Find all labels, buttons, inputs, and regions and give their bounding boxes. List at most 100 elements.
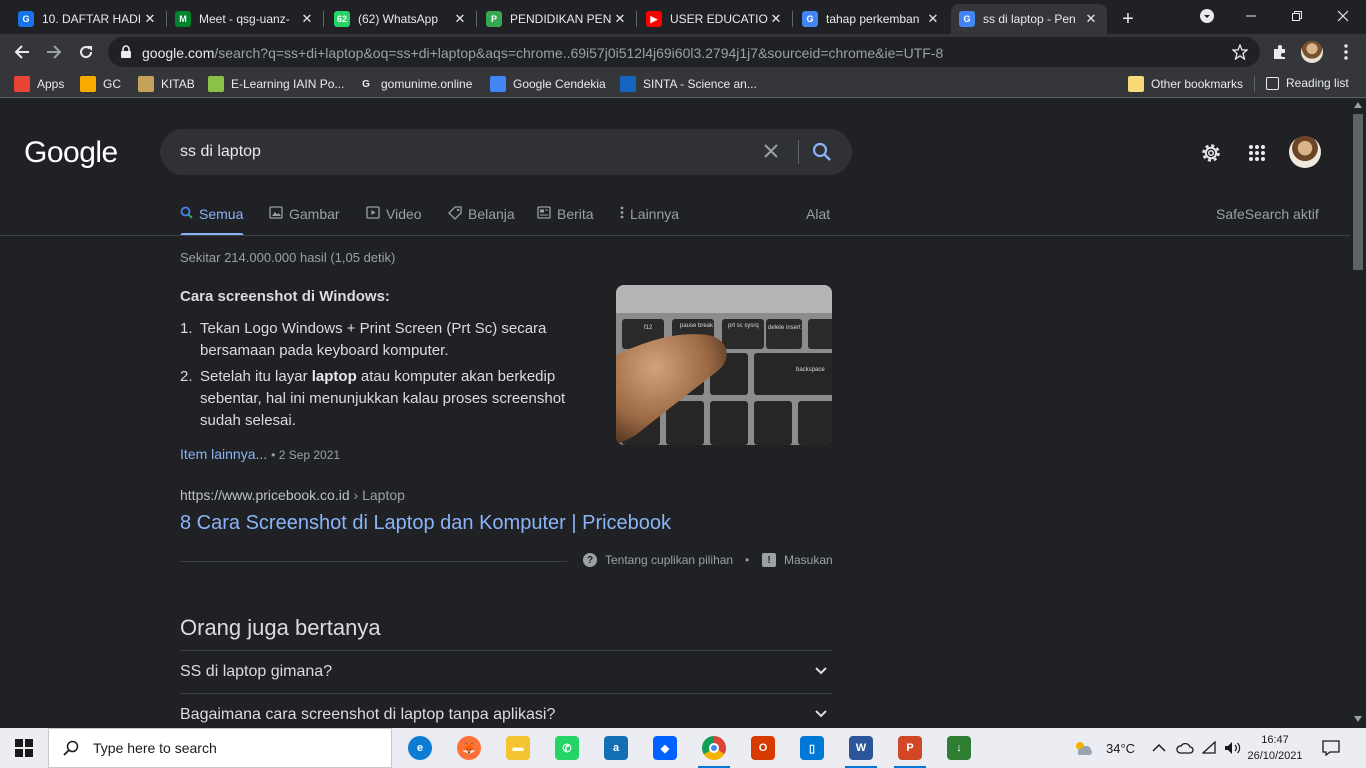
safesearch-status[interactable]: SafeSearch aktif <box>1216 204 1319 224</box>
search-icon[interactable] <box>810 140 834 164</box>
taskbar-app-powerpoint[interactable]: P <box>886 728 934 768</box>
tab-title: USER EDUCATION <box>670 12 768 26</box>
close-tab-icon[interactable]: ✕ <box>1083 11 1099 27</box>
bookmark-item[interactable]: GC <box>80 76 121 92</box>
feedback-link[interactable]: ! Masukan <box>762 553 833 567</box>
page-scrollbar[interactable] <box>1350 98 1366 728</box>
close-tab-icon[interactable]: ✕ <box>142 11 158 27</box>
taskbar-app-dropbox[interactable]: ◆ <box>641 728 689 768</box>
forward-button[interactable] <box>40 38 68 66</box>
tab-2[interactable]: M Meet - qsg-uanz- ✕ <box>167 4 323 34</box>
close-tab-icon[interactable]: ✕ <box>299 11 315 27</box>
taskbar-app-office[interactable]: O <box>739 728 787 768</box>
taskbar-app-whatsapp[interactable]: ✆ <box>543 728 591 768</box>
tab-6[interactable]: Gtahap perkemban ✕ <box>794 4 949 34</box>
star-icon[interactable] <box>1232 44 1248 60</box>
tab-title: ss di laptop - Pen <box>983 12 1076 26</box>
scrollbar-thumb[interactable] <box>1353 114 1363 270</box>
reload-icon <box>80 46 93 59</box>
back-button[interactable] <box>8 38 36 66</box>
result-title-link[interactable]: 8 Cara Screenshot di Laptop dan Komputer… <box>180 512 671 535</box>
tab-4[interactable]: P PENDIDIKAN PEN ✕ <box>478 4 636 34</box>
more-items-link[interactable]: Item lainnya... • 2 Sep 2021 <box>180 446 340 462</box>
tab-1[interactable]: G 10. DAFTAR HADIR ✕ <box>10 4 166 34</box>
favicon-icon: G <box>959 11 975 27</box>
tools-button[interactable]: Alat <box>806 204 830 224</box>
search-tab-label: Belanja <box>468 206 515 222</box>
result-cite[interactable]: https://www.pricebook.co.id › Laptop <box>180 487 405 503</box>
taskbar-app-word[interactable]: W <box>837 728 885 768</box>
bookmark-item[interactable]: Apps <box>14 76 64 92</box>
tab-3[interactable]: 62 (62) WhatsApp ✕ <box>326 4 476 34</box>
word-icon: W <box>849 736 873 760</box>
file-explorer-icon: ▬ <box>506 736 530 760</box>
taskbar-app-firefox[interactable]: 🦊 <box>445 728 493 768</box>
bookmark-item[interactable]: KITAB <box>138 76 195 92</box>
taskbar-app-idm[interactable]: ↓ <box>935 728 983 768</box>
system-clock[interactable]: 16:47 26/10/2021 <box>1246 732 1304 764</box>
search-input[interactable]: ss di laptop <box>180 143 261 161</box>
new-tab-button[interactable]: + <box>1114 4 1142 34</box>
address-bar[interactable]: google.com/search?q=ss+di+laptop&oq=ss+d… <box>108 37 1260 67</box>
scroll-up-arrow-icon[interactable] <box>1354 102 1362 108</box>
arrow-right-icon <box>47 45 62 59</box>
result-stats: Sekitar 214.000.000 hasil (1,05 detik) <box>180 250 396 265</box>
account-avatar-button[interactable] <box>1289 136 1321 168</box>
bookmark-item[interactable]: SINTA - Science an... <box>620 76 757 92</box>
search-tab-3[interactable]: Video <box>366 204 422 224</box>
profile-avatar-button[interactable] <box>1298 38 1326 66</box>
weather-widget[interactable]: 34°C <box>1072 728 1135 768</box>
menu-button[interactable] <box>1332 38 1360 66</box>
notification-button[interactable] <box>1322 728 1340 768</box>
close-tab-icon[interactable]: ✕ <box>925 11 941 27</box>
extensions-button[interactable] <box>1266 38 1294 66</box>
chevron-up-icon[interactable] <box>1152 743 1166 753</box>
snippet-image[interactable]: f12 pause break prt sc sysrq delete insert b… <box>616 285 832 445</box>
restore-button[interactable] <box>1274 0 1320 32</box>
search-tab-2[interactable]: Gambar <box>269 204 340 224</box>
start-button[interactable] <box>0 728 48 768</box>
paa-question[interactable]: Bagaimana cara screenshot di laptop tanp… <box>180 693 832 728</box>
close-tab-icon[interactable]: ✕ <box>452 11 468 27</box>
search-tab-4[interactable]: Belanja <box>448 204 515 224</box>
tab-5[interactable]: ▶ USER EDUCATION ✕ <box>638 4 792 34</box>
taskbar-app-amazon[interactable]: a <box>592 728 640 768</box>
clear-icon[interactable] <box>763 139 779 165</box>
bookmark-item[interactable]: Google Cendekia <box>490 76 606 92</box>
other-bookmarks[interactable]: Other bookmarks <box>1128 76 1243 92</box>
minimize-button[interactable] <box>1228 0 1274 32</box>
settings-button[interactable] <box>1196 138 1226 168</box>
google-g-icon: G <box>362 78 370 90</box>
volume-icon[interactable] <box>1224 741 1242 755</box>
taskbar-app-edge[interactable]: e <box>396 728 444 768</box>
search-results-page: Google ss di laptop Semua Gambar Video Bela… <box>0 98 1350 728</box>
wifi-icon[interactable] <box>1202 741 1218 755</box>
about-snippet-link[interactable]: ? Tentang cuplikan pilihan <box>583 553 733 567</box>
tab-separator <box>323 11 324 27</box>
taskbar-app-chrome[interactable] <box>690 728 738 768</box>
bookmark-item[interactable]: E-Learning IAIN Po... <box>208 76 344 92</box>
taskbar-app-phone[interactable]: ▯ <box>788 728 836 768</box>
taskbar-app-file-explorer[interactable]: ▬ <box>494 728 542 768</box>
taskbar-search-input[interactable]: Type here to search <box>48 728 392 768</box>
step-number: 1. <box>180 320 193 337</box>
reload-button[interactable] <box>72 38 100 66</box>
search-tab-6[interactable]: Lainnya <box>620 204 679 224</box>
paa-question[interactable]: SS di laptop gimana? <box>180 650 832 693</box>
reading-list[interactable]: Reading list <box>1266 76 1349 90</box>
office-icon: O <box>751 736 775 760</box>
search-tab-1[interactable]: Semua <box>180 204 243 224</box>
google-logo[interactable]: Google <box>24 136 118 170</box>
elearning-icon <box>208 76 224 92</box>
close-tab-icon[interactable]: ✕ <box>612 11 628 27</box>
bookmark-item[interactable]: Ggomunime.online <box>358 76 472 92</box>
tab-search-button[interactable] <box>1184 0 1230 32</box>
search-box[interactable]: ss di laptop <box>160 129 852 175</box>
tab-7[interactable]: Gss di laptop - Pen ✕ <box>951 4 1107 34</box>
apps-button[interactable] <box>1242 138 1272 168</box>
cloud-icon[interactable] <box>1176 742 1194 754</box>
search-tab-5[interactable]: Berita <box>537 204 594 224</box>
close-tab-icon[interactable]: ✕ <box>768 11 784 27</box>
close-window-button[interactable] <box>1320 0 1366 32</box>
scroll-down-arrow-icon[interactable] <box>1354 716 1362 722</box>
